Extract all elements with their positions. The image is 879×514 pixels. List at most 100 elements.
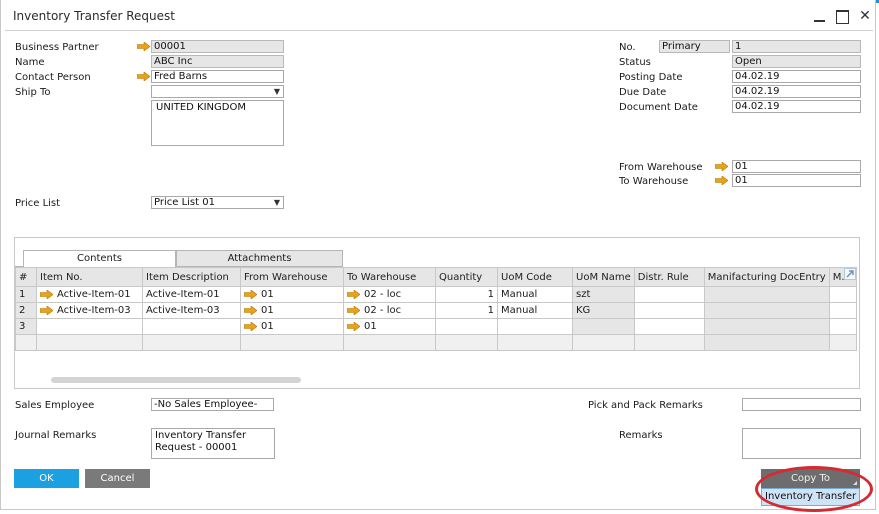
column-header-quantity[interactable]: Quantity: [435, 267, 498, 287]
uom-code-cell[interactable]: Manual: [497, 286, 573, 303]
series-field[interactable]: Primary: [659, 40, 730, 53]
empty-cell[interactable]: [142, 334, 241, 351]
status-field[interactable]: Open: [732, 55, 861, 68]
link-arrow-icon[interactable]: [137, 72, 150, 81]
item-no-cell[interactable]: [36, 318, 143, 335]
contact-person-field[interactable]: Fred Barns: [151, 70, 284, 83]
quantity-cell[interactable]: [435, 318, 498, 335]
uom-code-cell[interactable]: Manual: [497, 302, 573, 319]
item-description-cell[interactable]: Active-Item-01: [142, 286, 241, 303]
empty-cell[interactable]: [343, 334, 436, 351]
link-arrow-icon[interactable]: [347, 321, 360, 331]
empty-cell[interactable]: [36, 334, 143, 351]
link-arrow-icon[interactable]: [347, 305, 360, 315]
minimize-button[interactable]: [813, 9, 827, 23]
remarks-field[interactable]: [742, 428, 861, 459]
column-header-uom-name[interactable]: UoM Name: [572, 267, 635, 287]
cancel-button[interactable]: Cancel: [85, 469, 150, 488]
item-no-cell[interactable]: Active-Item-01: [36, 286, 143, 303]
from-warehouse-cell[interactable]: 01: [240, 318, 344, 335]
column-header-to-warehouse[interactable]: To Warehouse: [343, 267, 436, 287]
sales-employee-field[interactable]: -No Sales Employee-: [151, 398, 274, 411]
price-list-dropdown[interactable]: Price List 01: [151, 196, 284, 209]
to-warehouse-cell[interactable]: 02 - loc: [343, 302, 436, 319]
column-header-item-description[interactable]: Item Description: [142, 267, 241, 287]
from-warehouse-field[interactable]: 01: [732, 160, 861, 173]
to-warehouse-cell[interactable]: 01: [343, 318, 436, 335]
more-cell[interactable]: [828, 318, 857, 335]
distr-rule-cell[interactable]: [633, 302, 705, 319]
expand-grid-icon[interactable]: [844, 268, 856, 280]
tab-attachments[interactable]: Attachments: [176, 250, 343, 267]
ship-to-dropdown[interactable]: [151, 85, 284, 98]
table-row-empty[interactable]: [15, 334, 857, 351]
from-warehouse-value: 01: [261, 289, 274, 300]
empty-cell[interactable]: [703, 334, 830, 351]
table-row[interactable]: 3 01 01: [15, 318, 857, 335]
business-partner-field[interactable]: 00001: [151, 40, 284, 53]
empty-cell[interactable]: [828, 334, 857, 351]
from-warehouse-label: From Warehouse: [619, 162, 703, 173]
copy-to-menu-item-inventory-transfer[interactable]: Inventory Transfer: [761, 488, 860, 506]
ship-to-address[interactable]: UNITED KINGDOM: [151, 100, 284, 146]
distr-rule-cell[interactable]: [633, 286, 705, 303]
from-warehouse-cell[interactable]: 01: [240, 286, 344, 303]
column-header-manufacturing-docentry[interactable]: Manifacturing DocEntry: [703, 267, 830, 287]
to-warehouse-field[interactable]: 01: [732, 174, 861, 187]
due-date-field[interactable]: 04.02.19: [732, 85, 861, 98]
more-cell[interactable]: [828, 302, 857, 319]
horizontal-scrollbar[interactable]: [51, 377, 301, 383]
distr-rule-cell[interactable]: [633, 318, 705, 335]
row-number[interactable]: 2: [15, 302, 37, 319]
tab-contents[interactable]: Contents: [23, 250, 176, 267]
uom-name-cell: szt: [572, 286, 635, 303]
empty-cell[interactable]: [240, 334, 344, 351]
tab-contents-label: Contents: [77, 253, 122, 264]
link-arrow-icon[interactable]: [244, 289, 257, 299]
empty-cell[interactable]: [497, 334, 573, 351]
column-header-uom-code[interactable]: UoM Code: [497, 267, 573, 287]
quantity-cell[interactable]: 1: [435, 302, 498, 319]
link-arrow-icon[interactable]: [347, 289, 360, 299]
more-cell[interactable]: [828, 286, 857, 303]
item-no-cell[interactable]: Active-Item-03: [36, 302, 143, 319]
link-arrow-icon[interactable]: [715, 162, 728, 171]
document-date-field[interactable]: 04.02.19: [732, 100, 861, 113]
link-arrow-icon[interactable]: [715, 176, 728, 185]
status-label: Status: [619, 57, 651, 68]
column-header-row-number[interactable]: #: [15, 267, 37, 287]
empty-cell[interactable]: [633, 334, 705, 351]
journal-remarks-field[interactable]: Inventory Transfer Request - 00001: [151, 428, 275, 459]
link-arrow-icon[interactable]: [40, 305, 53, 315]
item-description-cell[interactable]: Active-Item-03: [142, 302, 241, 319]
close-button[interactable]: ✕: [858, 9, 872, 23]
column-header-item-no[interactable]: Item No.: [36, 267, 143, 287]
ok-button[interactable]: OK: [14, 469, 79, 488]
table-row[interactable]: 1 Active-Item-01 Active-Item-01 01 02 - …: [15, 286, 857, 303]
link-arrow-icon[interactable]: [137, 42, 150, 51]
column-header-distr-rule[interactable]: Distr. Rule: [633, 267, 705, 287]
maximize-button[interactable]: [835, 9, 849, 24]
row-number[interactable]: 3: [15, 318, 37, 335]
item-description-cell[interactable]: [142, 318, 241, 335]
pick-pack-remarks-field[interactable]: [742, 398, 861, 411]
quantity-cell[interactable]: 1: [435, 286, 498, 303]
uom-code-cell[interactable]: [497, 318, 573, 335]
name-field[interactable]: ABC Inc: [151, 55, 284, 68]
items-grid: # Item No. Item Description From Warehou…: [15, 267, 857, 351]
table-row[interactable]: 2 Active-Item-03 Active-Item-03 01 02 - …: [15, 302, 857, 319]
link-arrow-icon[interactable]: [244, 305, 257, 315]
empty-cell[interactable]: [15, 334, 37, 351]
column-header-from-warehouse[interactable]: From Warehouse: [240, 267, 344, 287]
empty-cell[interactable]: [435, 334, 498, 351]
copy-to-button[interactable]: Copy To: [761, 469, 860, 488]
to-warehouse-cell[interactable]: 02 - loc: [343, 286, 436, 303]
link-arrow-icon[interactable]: [244, 321, 257, 331]
tab-attachments-label: Attachments: [227, 253, 292, 264]
document-number-field[interactable]: 1: [732, 40, 861, 53]
from-warehouse-cell[interactable]: 01: [240, 302, 344, 319]
link-arrow-icon[interactable]: [40, 289, 53, 299]
row-number[interactable]: 1: [15, 286, 37, 303]
posting-date-field[interactable]: 04.02.19: [732, 70, 861, 83]
empty-cell[interactable]: [572, 334, 635, 351]
